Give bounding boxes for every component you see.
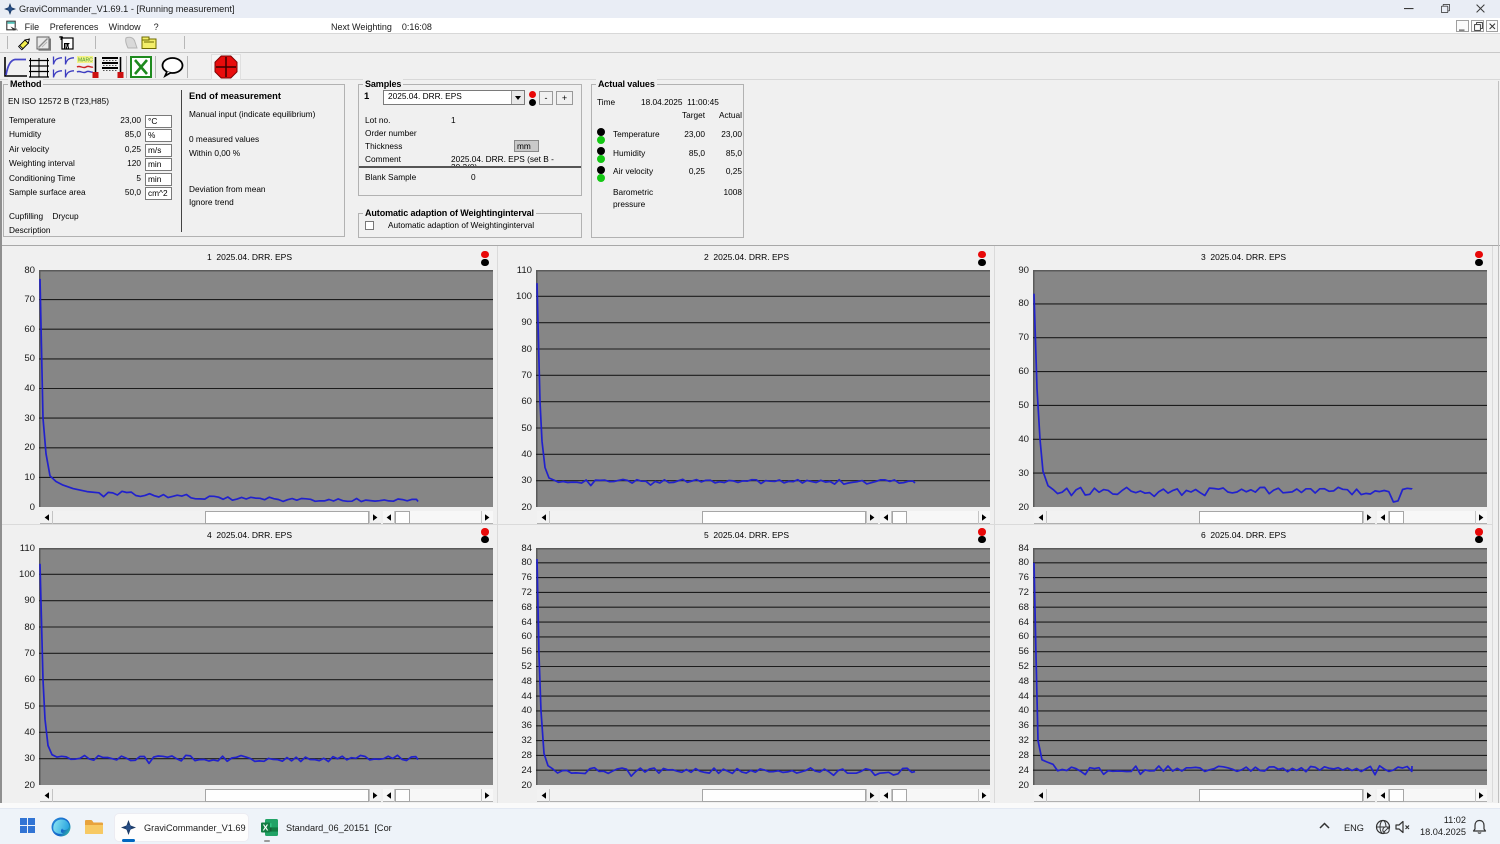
svg-text:X: X xyxy=(263,823,269,833)
svg-text:M: M xyxy=(65,45,70,51)
svg-text:MARC: MARC xyxy=(78,58,93,64)
